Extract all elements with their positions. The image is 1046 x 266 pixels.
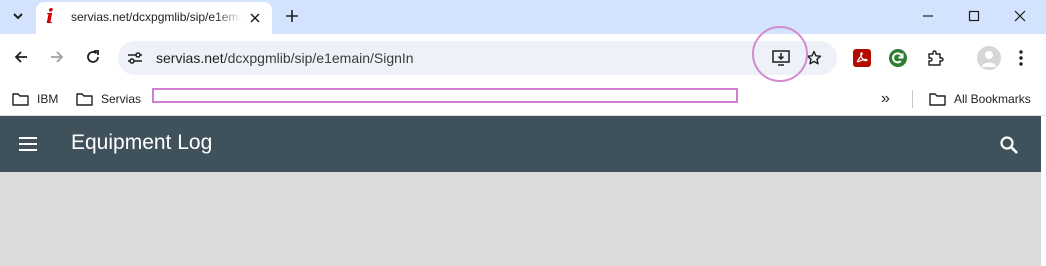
tune-icon xyxy=(128,52,142,64)
bookmark-folder-ibm[interactable]: IBM xyxy=(12,87,58,111)
reload-button[interactable] xyxy=(80,44,106,70)
double-chevron-icon: » xyxy=(881,90,890,107)
puzzle-icon xyxy=(928,50,944,66)
star-icon xyxy=(806,50,822,65)
browser-toolbar: servias.net/dcxpgmlib/sip/e1emain/SignIn xyxy=(0,34,1046,82)
bookmark-folder-servias[interactable]: Servias xyxy=(76,87,141,111)
bookmarks-divider xyxy=(912,90,913,108)
folder-icon xyxy=(12,93,29,106)
annotation-highlight-circle xyxy=(752,26,808,82)
all-bookmarks-button[interactable]: All Bookmarks xyxy=(929,87,1031,111)
window-close-button[interactable] xyxy=(997,3,1043,29)
arrow-right-icon xyxy=(51,51,64,63)
reload-icon xyxy=(87,50,99,63)
page-content-area xyxy=(0,172,1046,266)
redacted-bookmarks-box xyxy=(152,88,738,103)
close-icon xyxy=(250,13,260,23)
chevron-down-icon xyxy=(13,13,23,20)
url-text[interactable]: servias.net/dcxpgmlib/sip/e1emain/SignIn xyxy=(156,50,414,66)
kebab-menu-icon xyxy=(1019,50,1023,66)
bookmarks-bar: IBM Servias » All Bookmarks xyxy=(0,82,1046,116)
plus-icon xyxy=(286,10,298,22)
tab-title: servias.net/dcxpgmlib/sip/e1emain/SignIn xyxy=(71,10,241,24)
bookmark-label: Servias xyxy=(101,92,142,106)
maximize-icon xyxy=(968,10,980,22)
site-favicon-icon: i xyxy=(46,4,54,28)
acrobat-pdf-icon xyxy=(853,49,871,67)
url-path: /dcxpgmlib/sip/e1emain/SignIn xyxy=(223,50,414,66)
hamburger-menu-button[interactable] xyxy=(16,132,40,156)
minimize-button[interactable] xyxy=(905,3,951,29)
tab-search-button[interactable] xyxy=(6,5,30,27)
app-header: Equipment Log xyxy=(0,116,1046,172)
arrow-left-icon xyxy=(14,51,27,63)
minimize-icon xyxy=(923,15,933,17)
tab-close-button[interactable] xyxy=(246,9,264,27)
pdf-extension-button[interactable] xyxy=(851,47,873,69)
person-icon xyxy=(982,51,996,67)
folder-icon xyxy=(929,93,946,106)
bookmark-label: IBM xyxy=(37,92,59,106)
forward-button[interactable] xyxy=(44,44,70,70)
tab-strip: i servias.net/dcxpgmlib/sip/e1emain/Sign… xyxy=(0,0,1046,34)
folder-icon xyxy=(76,93,93,106)
all-bookmarks-label: All Bookmarks xyxy=(954,92,1031,106)
new-tab-button[interactable] xyxy=(281,5,303,27)
refresh-extension-icon xyxy=(889,49,907,67)
profile-avatar[interactable] xyxy=(977,46,1001,70)
extensions-button[interactable] xyxy=(924,47,946,69)
bookmarks-overflow-button[interactable]: » xyxy=(881,87,890,111)
active-tab[interactable]: i servias.net/dcxpgmlib/sip/e1emain/Sign… xyxy=(36,2,272,34)
app-search-button[interactable] xyxy=(996,132,1022,158)
window-edge xyxy=(1041,116,1046,266)
url-host: servias.net xyxy=(156,50,224,66)
refresh-extension-button[interactable] xyxy=(887,47,909,69)
page-title: Equipment Log xyxy=(71,131,213,154)
address-bar[interactable]: servias.net/dcxpgmlib/sip/e1emain/SignIn xyxy=(118,41,837,75)
close-icon xyxy=(1014,10,1026,22)
site-info-button[interactable] xyxy=(125,49,145,67)
browser-menu-button[interactable] xyxy=(1010,47,1032,69)
back-button[interactable] xyxy=(8,44,34,70)
maximize-button[interactable] xyxy=(951,3,997,29)
search-icon xyxy=(1000,136,1018,154)
hamburger-icon xyxy=(19,137,37,151)
